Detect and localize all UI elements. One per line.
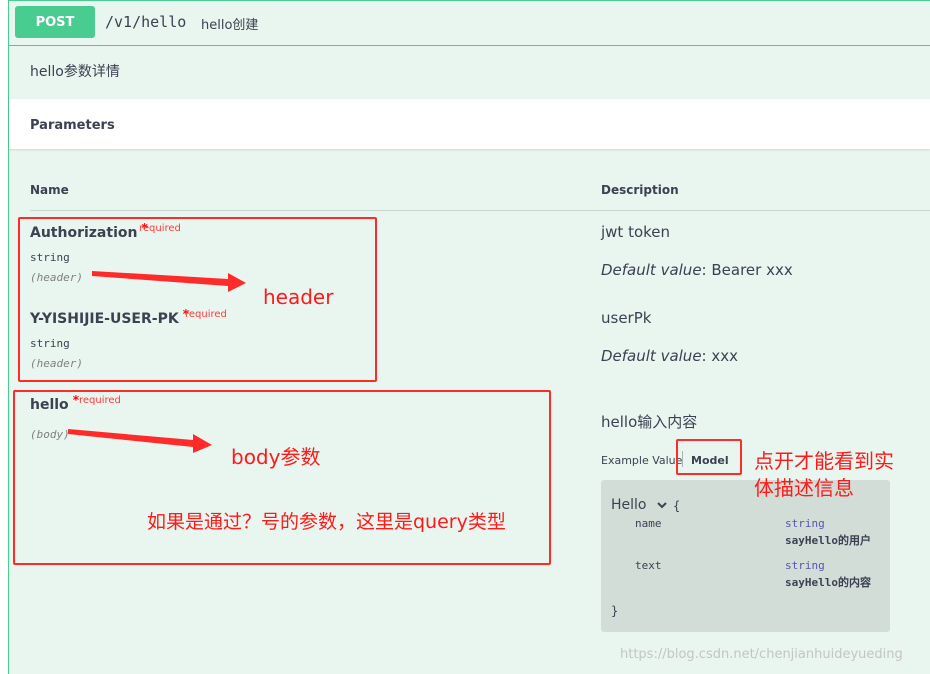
arrow-header xyxy=(92,271,246,292)
annotation-body-label: body参数 xyxy=(231,445,321,469)
annotation-model-note-2: 体描述信息 xyxy=(754,476,854,500)
watermark: https://blog.csdn.net/chenjianhuideyuedi… xyxy=(620,647,903,662)
annotation-model-note-1: 点开才能看到实 xyxy=(754,449,894,473)
annotation-query-note: 如果是通过？号的参数，这里是query类型 xyxy=(147,511,506,533)
annotation-header-label: header xyxy=(263,285,334,309)
annotation-arrows xyxy=(68,271,246,453)
arrow-body xyxy=(68,429,212,453)
